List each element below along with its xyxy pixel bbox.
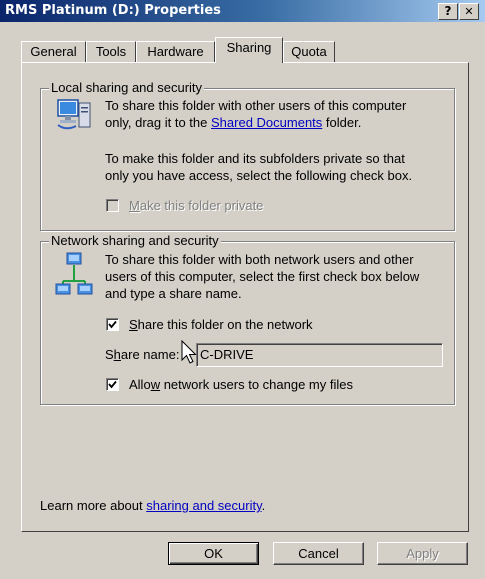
allow-change-label-pre: Allo [129,377,151,392]
network-line3: and type a share name. [105,286,242,301]
computer-share-icon [56,98,92,135]
learn-more-text: Learn more about sharing and security. [40,498,265,514]
share-name-label: Share name: [105,347,179,363]
allow-change-accel: w [150,377,161,392]
share-name-label-post: are name: [120,347,180,362]
share-folder-accel: S [129,317,138,332]
sharing-security-link[interactable]: sharing and security [146,498,261,513]
share-folder-label[interactable]: Share this folder on the network [129,317,313,333]
shared-documents-link[interactable]: Shared Documents [211,115,322,130]
network-line1: To share this folder with both network u… [105,252,414,267]
local-line4: only you have access, select the followi… [105,168,413,183]
tab-general[interactable]: General [21,41,86,62]
close-button[interactable]: ✕ [459,3,479,20]
make-private-checkbox[interactable] [106,199,119,212]
cancel-button[interactable]: Cancel [273,542,364,565]
tab-tools[interactable]: Tools [86,41,136,62]
apply-button[interactable]: Apply [377,542,468,565]
tab-sharing[interactable]: Sharing [215,37,283,63]
close-icon: ✕ [464,5,474,18]
checkmark-icon [108,380,117,389]
learn-more-prefix: Learn more about [40,498,147,513]
make-private-label[interactable]: Make this folder private [129,198,263,214]
local-line1: To share this folder with other users of… [105,98,407,113]
local-line2-prefix: only, drag it to the [105,115,211,130]
allow-change-label-post: network users to change my files [160,377,353,392]
window-title: RMS Platinum (D:) Properties [5,3,221,18]
local-line2: only, drag it to the Shared Documents fo… [105,115,361,131]
share-folder-label-rest: hare this folder on the network [137,317,313,332]
tab-hardware[interactable]: Hardware [136,41,215,62]
share-folder-checkbox[interactable] [106,318,119,331]
mouse-cursor-icon [181,339,197,369]
network-sharing-legend: Network sharing and security [49,233,221,248]
make-private-label-rest: ake this folder private [139,198,264,213]
ok-button[interactable]: OK [168,542,259,565]
make-private-accel: M [129,198,140,213]
allow-change-checkbox[interactable] [106,378,119,391]
share-name-input[interactable]: C-DRIVE [196,343,443,367]
allow-change-label[interactable]: Allow network users to change my files [129,377,353,393]
local-sharing-legend: Local sharing and security [49,80,205,95]
title-bar[interactable]: RMS Platinum (D:) Properties ? ✕ [0,0,485,22]
local-line2-suffix: folder. [322,115,362,130]
share-name-label-pre: S [105,347,114,362]
network-line2: users of this computer, select the first… [105,269,420,284]
help-button[interactable]: ? [438,3,458,20]
share-name-accel: h [113,347,121,362]
tab-quota[interactable]: Quota [283,41,335,62]
checkmark-icon [108,320,117,329]
network-share-icon [55,251,93,298]
local-line3: To make this folder and its subfolders p… [105,151,405,166]
learn-more-suffix: . [261,498,266,513]
